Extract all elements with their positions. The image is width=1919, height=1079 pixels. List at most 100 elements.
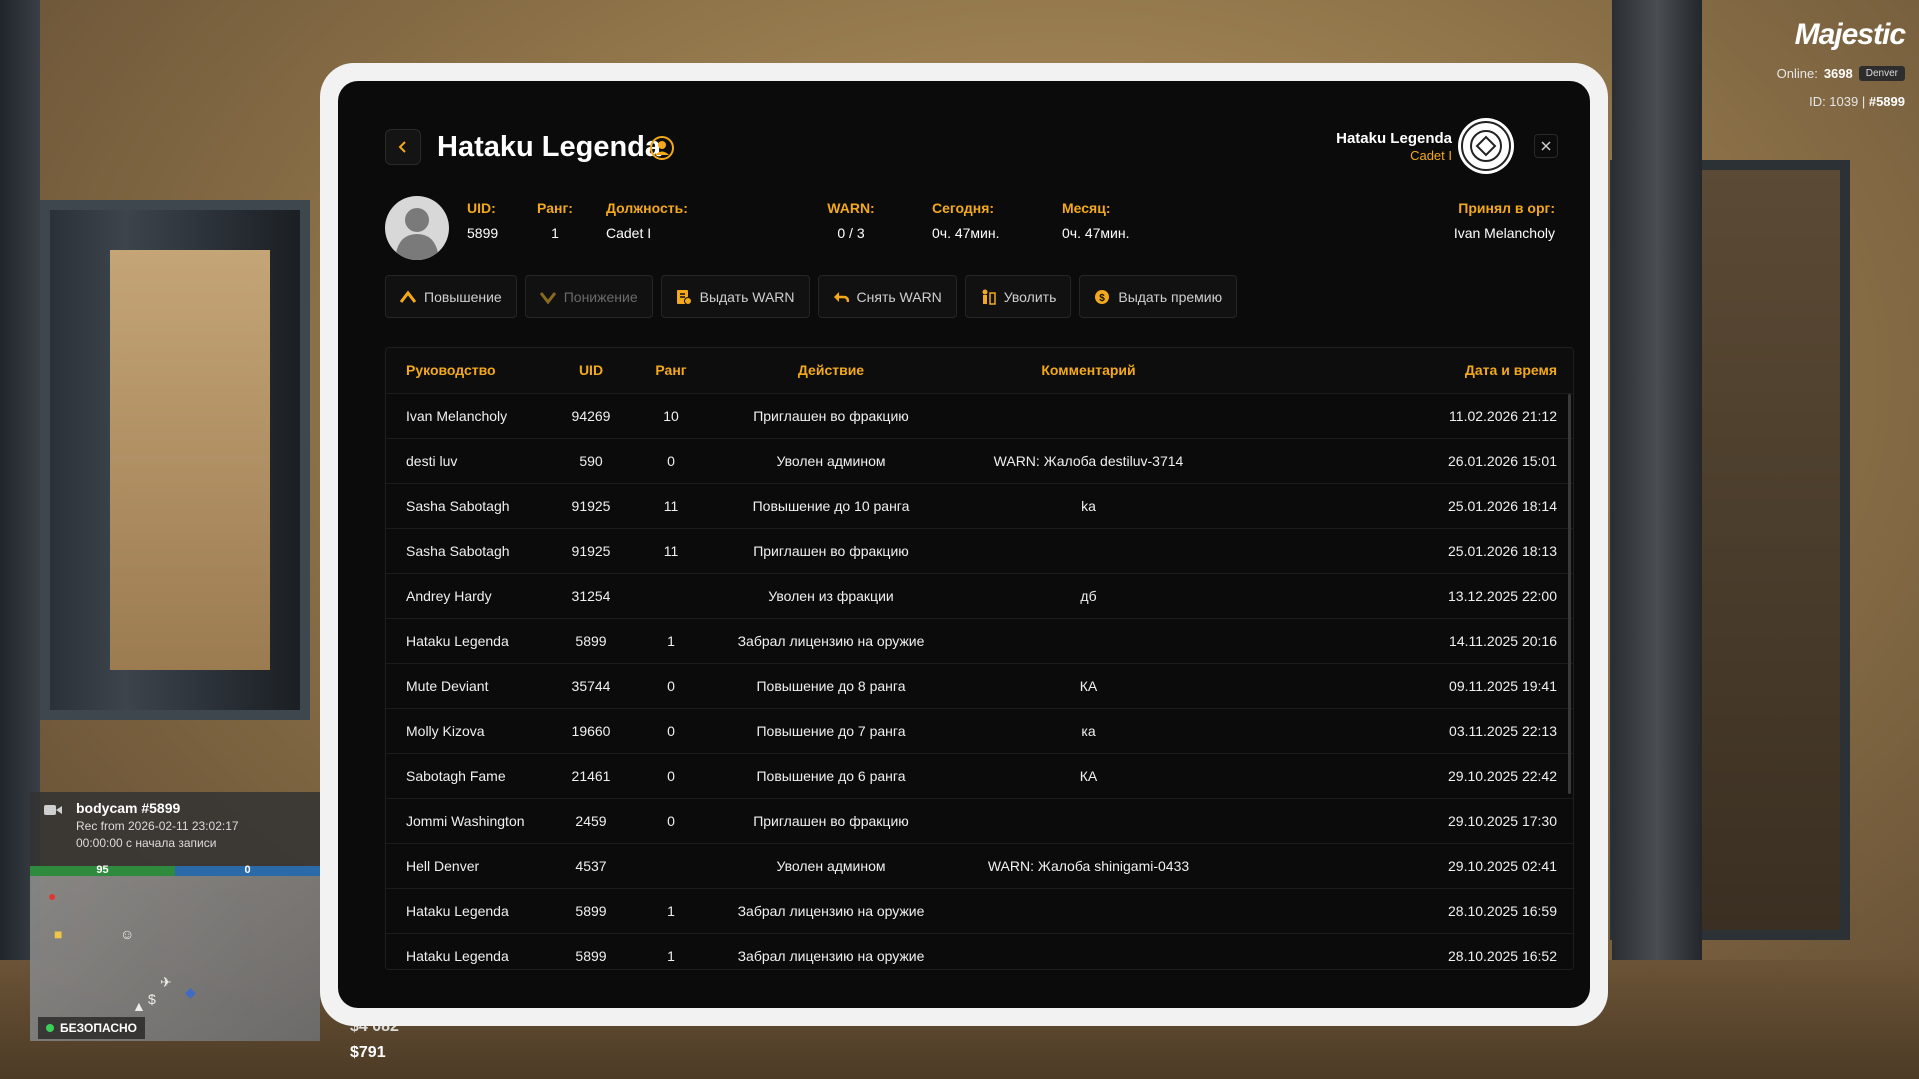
- employee-card: Hataku Legenda Hataku Legenda Cadet I UI…: [338, 81, 1590, 1008]
- cell-datetime: 29.10.2025 17:30: [1448, 812, 1557, 829]
- player-arrow-icon: ▲: [132, 998, 146, 1014]
- cell-rank: 10: [663, 407, 679, 424]
- col-comment: Комментарий: [1041, 362, 1136, 379]
- chat-icon: ■: [54, 926, 63, 942]
- online-counter: Online: 3698 Denver: [1777, 66, 1905, 81]
- remove-warn-button[interactable]: Снять WARN: [817, 275, 957, 318]
- action-toolbar: Повышение Понижение Выдать WARN Снять WA…: [385, 275, 1238, 318]
- cell-action: Забрал лицензию на оружие: [737, 947, 925, 964]
- cell-action: Повышение до 10 ранга: [752, 497, 910, 514]
- cell-uid: 31254: [571, 587, 611, 604]
- health-value: 95: [96, 864, 109, 876]
- cell-uid: 5899: [575, 632, 607, 649]
- info-warn: WARN: 0 / 3: [821, 200, 881, 241]
- info-hired-by: Принял в орг: Ivan Melancholy: [1454, 200, 1555, 241]
- hallway-view: [110, 250, 270, 670]
- svg-text:$: $: [1100, 293, 1106, 304]
- table-header-row: Руководство UID Ранг Действие Комментари…: [386, 348, 1573, 393]
- camera-icon: [44, 805, 62, 815]
- promote-label: Повышение: [424, 288, 502, 305]
- today-label: Сегодня:: [932, 200, 995, 216]
- demote-label: Понижение: [563, 288, 638, 305]
- cell-datetime: 14.11.2025 20:16: [1449, 632, 1557, 649]
- current-user-rank: Cadet I: [1410, 148, 1452, 163]
- cell-uid: 94269: [571, 407, 611, 424]
- table-row: Hell Denver 4537 Уволен админом WARN: Жа…: [386, 843, 1573, 888]
- armor-bar: 0: [175, 864, 320, 876]
- table-row: Andrey Hardy 31254 Уволен из фракции дб …: [386, 573, 1573, 618]
- cell-rank: [636, 573, 706, 618]
- cell-uid: 4537: [575, 857, 607, 874]
- cell-action: Приглашен во фракцию: [753, 542, 909, 559]
- info-month: Месяц: 0ч. 47мин.: [1062, 200, 1130, 241]
- info-today: Сегодня: 0ч. 47мин.: [932, 200, 1000, 241]
- dollar-icon: $: [148, 991, 156, 1007]
- cell-uid: 91925: [571, 542, 611, 559]
- hired-by-label: Принял в орг:: [1458, 200, 1555, 216]
- cell-datetime: 25.01.2026 18:14: [1448, 497, 1557, 514]
- cell-leader: desti luv: [406, 452, 458, 469]
- cell-rank: 0: [667, 722, 675, 739]
- status-bars: 95 0: [30, 864, 320, 876]
- table-row: Ivan Melancholy 94269 10 Приглашен во фр…: [386, 393, 1573, 438]
- cell-uid: 91925: [571, 497, 611, 514]
- cell-leader: Hataku Legenda: [406, 902, 509, 919]
- warn-value: 0 / 3: [837, 225, 865, 241]
- uid-value: 5899: [467, 225, 499, 241]
- cell-comment: [956, 528, 1221, 573]
- cell-uid: 35744: [571, 677, 611, 694]
- cell-action: Приглашен во фракцию: [753, 812, 909, 829]
- current-user-name: Hataku Legenda: [1336, 130, 1452, 147]
- month-label: Месяц:: [1062, 200, 1111, 216]
- cell-rank: [636, 843, 706, 888]
- police-icon: ◆: [185, 984, 196, 1000]
- avatar: [385, 196, 449, 260]
- cell-rank: 0: [667, 812, 675, 829]
- month-value: 0ч. 47мин.: [1062, 225, 1130, 241]
- give-bonus-button[interactable]: $ Выдать премию: [1079, 275, 1238, 318]
- cell-rank: 0: [667, 452, 675, 469]
- cell-leader: Ivan Melancholy: [406, 407, 508, 424]
- back-button[interactable]: [385, 129, 421, 165]
- cell-leader: Molly Kizova: [406, 722, 485, 739]
- hired-by-value: Ivan Melancholy: [1453, 225, 1555, 241]
- give-bonus-label: Выдать премию: [1118, 288, 1223, 305]
- cell-leader: Mute Deviant: [406, 677, 489, 694]
- player-id-label: ID: 1039 |: [1809, 94, 1866, 109]
- cell-uid: 590: [579, 452, 603, 469]
- position-value: Cadet I: [606, 225, 652, 241]
- user-badge-icon: [650, 136, 674, 160]
- zone-badge: БЕЗОПАСНО: [38, 1017, 145, 1039]
- cell-comment: [956, 618, 1221, 663]
- cell-action: Забрал лицензию на оружие: [737, 902, 925, 919]
- cell-datetime: 11.02.2026 21:12: [1449, 407, 1557, 424]
- table-scrollbar[interactable]: [1568, 394, 1571, 794]
- pillar-right: [1612, 0, 1702, 1079]
- promote-button[interactable]: Повышение: [385, 275, 517, 318]
- demote-button[interactable]: Понижение: [524, 275, 653, 318]
- cell-uid: 2459: [575, 812, 607, 829]
- cell-action: Забрал лицензию на оружие: [737, 632, 925, 649]
- department-seal-icon: [1458, 118, 1514, 174]
- cell-datetime: 09.11.2025 19:41: [1449, 677, 1557, 694]
- warn-document-icon: [676, 289, 692, 305]
- cell-action: Повышение до 8 ранга: [756, 677, 906, 694]
- fire-button[interactable]: Уволить: [964, 275, 1072, 318]
- coin-icon: $: [1095, 289, 1110, 304]
- cell-comment: WARN: Жалоба destiluv-3714: [993, 452, 1184, 469]
- rank-value: 1: [551, 225, 559, 241]
- cell-datetime: 03.11.2025 22:13: [1449, 722, 1557, 739]
- arrow-down-icon: [539, 291, 556, 304]
- cell-uid: 5899: [575, 902, 607, 919]
- close-icon: [1541, 141, 1551, 151]
- server-logo: Majestic: [1794, 18, 1906, 51]
- cell-action: Повышение до 7 ранга: [756, 722, 906, 739]
- history-table: Руководство UID Ранг Действие Комментари…: [385, 347, 1574, 970]
- cell-leader: Jommi Washington: [406, 812, 525, 829]
- close-button[interactable]: [1534, 134, 1558, 158]
- cell-action: Уволен админом: [776, 452, 886, 469]
- cell-rank: 1: [667, 632, 675, 649]
- cell-comment: дб: [1080, 587, 1097, 604]
- arrow-up-icon: [400, 290, 416, 303]
- give-warn-button[interactable]: Выдать WARN: [660, 275, 810, 318]
